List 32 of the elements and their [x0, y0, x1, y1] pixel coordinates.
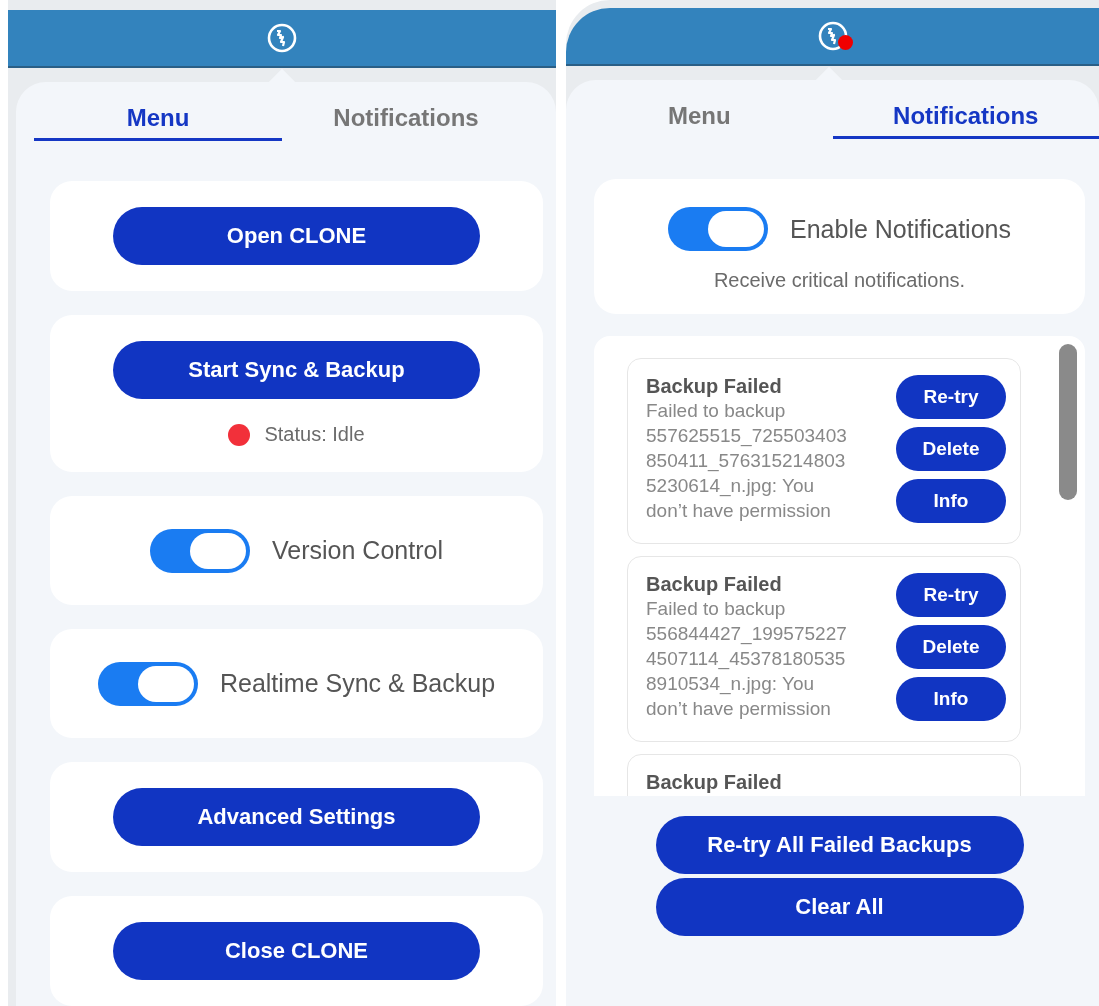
- menu-button[interactable]: Start Sync & Backup: [113, 341, 480, 399]
- menu-button[interactable]: Close CLONE: [113, 922, 480, 980]
- tab[interactable]: Notifications: [832, 102, 1099, 139]
- scrollbar-thumb[interactable]: [1059, 344, 1077, 500]
- status-text: Status: Idle: [264, 423, 365, 446]
- toggle-switch[interactable]: [97, 661, 198, 706]
- toggle-switch[interactable]: [150, 528, 251, 573]
- action-button[interactable]: Delete: [896, 625, 1006, 669]
- tab[interactable]: Menu: [34, 104, 282, 141]
- menu-button[interactable]: Advanced Settings: [113, 788, 480, 846]
- notification-message: Failed to backup 557625515_725503403850411_5763152148035230614_n.jpg: You don’t have permission: [646, 399, 848, 523]
- notification-title: Backup Failed: [646, 573, 783, 596]
- footer-button[interactable]: Clear All: [655, 878, 1024, 936]
- app-status-icon[interactable]: [816, 20, 849, 52]
- toggle-label: Version Control: [272, 536, 443, 565]
- tab[interactable]: Menu: [566, 102, 833, 139]
- app-status-icon[interactable]: [266, 22, 298, 54]
- action-button[interactable]: Re-try: [896, 573, 1006, 617]
- notification-message: Failed to backup 556844427_1995752274507114_453781805358910534_n.jpg: You don’t have permission: [646, 597, 848, 721]
- toggle-switch[interactable]: [668, 207, 768, 251]
- description-text: Receive critical notifications.: [713, 269, 966, 292]
- footer-button[interactable]: Re-try All Failed Backups: [655, 816, 1024, 874]
- toggle-label: Realtime Sync & Backup: [219, 669, 496, 698]
- action-button[interactable]: Delete: [896, 427, 1006, 471]
- action-button[interactable]: Info: [896, 677, 1006, 721]
- toggle-label: Enable Notifications: [790, 214, 1011, 244]
- action-button[interactable]: Re-try: [896, 375, 1006, 419]
- notification-title: Backup Failed: [646, 375, 783, 398]
- action-button[interactable]: Info: [896, 479, 1006, 523]
- tab[interactable]: Notifications: [282, 104, 530, 141]
- menu-button[interactable]: Open CLONE: [113, 207, 480, 265]
- notification-title: Backup Failed: [646, 771, 783, 794]
